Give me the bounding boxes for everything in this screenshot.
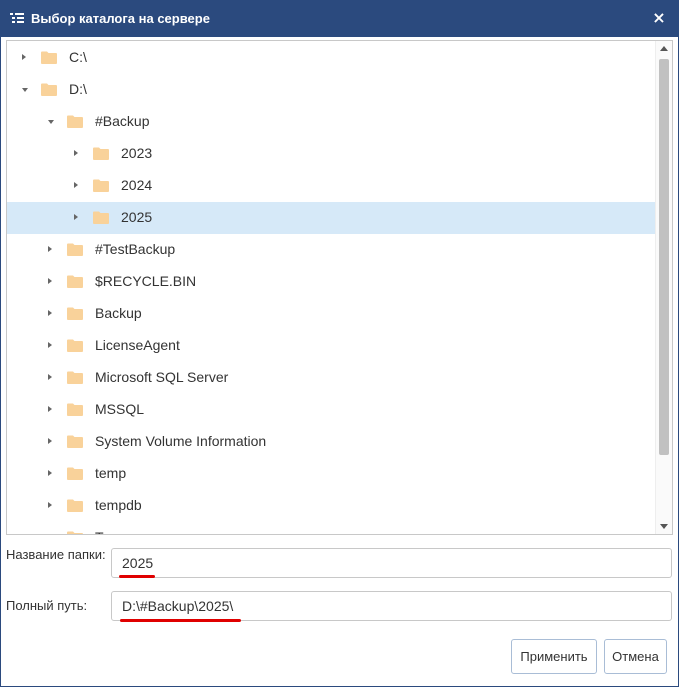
tree-item-label: tempdb	[95, 497, 142, 513]
folder-icon	[93, 179, 109, 192]
folder-icon	[41, 51, 57, 64]
tree-item[interactable]: System Volume Information	[7, 426, 657, 458]
collapsed-arrow-icon[interactable]	[48, 470, 52, 476]
full-path-label: Полный путь:	[6, 598, 88, 613]
tree-item-label: #TestBackup	[95, 241, 176, 257]
tree-item[interactable]: 2025	[7, 202, 657, 234]
folder-name-field[interactable]: 2025	[111, 548, 672, 578]
folder-icon	[67, 403, 83, 416]
folder-icon	[67, 339, 83, 352]
tree-item[interactable]: #Backup	[7, 106, 657, 138]
red-annotation-underline	[119, 575, 155, 578]
apply-button[interactable]: Применить	[511, 639, 597, 674]
title-bar: Выбор каталога на сервере ×	[1, 1, 678, 37]
folder-icon	[41, 83, 57, 96]
tree-item-label: MSSQL	[95, 401, 145, 417]
collapsed-arrow-icon[interactable]	[48, 374, 52, 380]
tree-item[interactable]: 2023	[7, 138, 657, 170]
tree-item[interactable]: tempdb	[7, 490, 657, 522]
full-path-value: D:\#Backup\2025\	[122, 598, 234, 614]
folder-icon	[67, 115, 83, 128]
tree-item[interactable]: LicenseAgent	[7, 330, 657, 362]
collapsed-arrow-icon[interactable]	[22, 54, 26, 60]
close-button[interactable]: ×	[650, 9, 668, 27]
folder-icon	[67, 243, 83, 256]
folder-icon	[93, 147, 109, 160]
folder-name-value: 2025	[122, 555, 154, 571]
folder-icon	[67, 435, 83, 448]
scroll-up-icon[interactable]	[660, 46, 668, 51]
tree-item-label: LicenseAgent	[95, 337, 180, 353]
tree-item-label: #Backup	[95, 113, 150, 129]
tree-item[interactable]: C:\	[7, 42, 657, 74]
tree-item[interactable]: D:\	[7, 74, 657, 106]
folder-icon	[67, 531, 83, 534]
tree-item-label: T...	[95, 529, 114, 534]
folder-icon	[67, 499, 83, 512]
tree-item[interactable]: Microsoft SQL Server	[7, 362, 657, 394]
tree-item[interactable]: #TestBackup	[7, 234, 657, 266]
tree-item[interactable]: T...	[7, 522, 657, 535]
collapsed-arrow-icon[interactable]	[74, 214, 78, 220]
tree-item-label: C:\	[69, 49, 87, 65]
folder-picker-dialog: Выбор каталога на сервере × T... tempdb te…	[0, 0, 679, 687]
tree-item-label: 2025	[121, 209, 153, 225]
tree-list-icon	[10, 13, 24, 23]
folder-icon	[67, 275, 83, 288]
dialog-title: Выбор каталога на сервере	[31, 11, 210, 26]
collapsed-arrow-icon[interactable]	[74, 150, 78, 156]
tree-item-label: D:\	[69, 81, 87, 97]
scroll-down-icon[interactable]	[660, 524, 668, 529]
collapsed-arrow-icon[interactable]	[48, 502, 52, 508]
collapsed-arrow-icon[interactable]	[48, 406, 52, 412]
folder-icon	[93, 211, 109, 224]
collapsed-arrow-icon[interactable]	[74, 182, 78, 188]
folder-icon	[67, 467, 83, 480]
cancel-button[interactable]: Отмена	[604, 639, 667, 674]
collapsed-arrow-icon[interactable]	[48, 342, 52, 348]
tree-item-label: Backup	[95, 305, 142, 321]
tree-item[interactable]: 2024	[7, 170, 657, 202]
tree-item-label: 2023	[121, 145, 153, 161]
close-icon: ×	[652, 8, 666, 27]
tree-item[interactable]: Backup	[7, 298, 657, 330]
full-path-field[interactable]: D:\#Backup\2025\	[111, 591, 672, 622]
tree-item[interactable]: MSSQL	[7, 394, 657, 426]
directory-tree[interactable]: T... tempdb temp System Volume Information M…	[6, 40, 673, 535]
collapsed-arrow-icon[interactable]	[48, 246, 52, 252]
tree-item-label: $RECYCLE.BIN	[95, 273, 197, 289]
tree-item-label: temp	[95, 465, 127, 481]
collapsed-arrow-icon[interactable]	[48, 438, 52, 444]
collapsed-arrow-icon[interactable]	[48, 278, 52, 284]
tree-item[interactable]: temp	[7, 458, 657, 490]
tree-item[interactable]: $RECYCLE.BIN	[7, 266, 657, 298]
collapsed-arrow-icon[interactable]	[48, 310, 52, 316]
expanded-arrow-icon[interactable]	[48, 120, 54, 124]
folder-icon	[67, 371, 83, 384]
red-annotation-underline	[120, 619, 241, 622]
folder-icon	[67, 307, 83, 320]
tree-item-label: 2024	[121, 177, 153, 193]
tree-item-label: System Volume Information	[95, 433, 267, 449]
tree-scrollbar[interactable]	[655, 41, 672, 534]
expanded-arrow-icon[interactable]	[22, 88, 28, 92]
collapsed-arrow-icon[interactable]	[48, 534, 52, 535]
tree-item-label: Microsoft SQL Server	[95, 369, 229, 385]
scroll-thumb[interactable]	[659, 59, 669, 455]
folder-name-label: Название папки:	[6, 547, 106, 562]
